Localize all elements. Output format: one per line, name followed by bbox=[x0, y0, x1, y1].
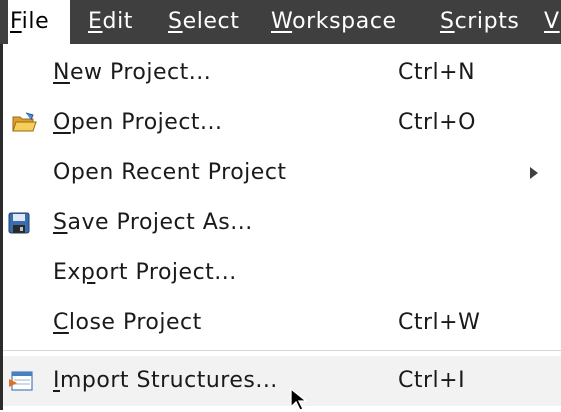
import-structures-icon bbox=[9, 371, 33, 391]
menu-workspace-rest: orkspace bbox=[292, 9, 397, 34]
menu-file-mnemonic: F bbox=[10, 9, 22, 34]
submenu-arrow-icon bbox=[530, 167, 538, 179]
menu-item-new-project[interactable]: New Project... Ctrl+N bbox=[3, 48, 561, 98]
menu-edit-rest: dit bbox=[102, 9, 134, 34]
menu-select-mnemonic: S bbox=[168, 9, 183, 34]
menu-item-label: Close Project bbox=[53, 310, 202, 335]
menu-cut-off[interactable]: V bbox=[544, 0, 560, 44]
menu-file-rest: ile bbox=[21, 9, 50, 34]
menu-item-label: Open Recent Project bbox=[53, 160, 287, 185]
menu-workspace-mnemonic: W bbox=[271, 9, 293, 34]
menu-scripts-mnemonic: S bbox=[440, 9, 455, 34]
open-folder-icon bbox=[12, 112, 37, 132]
menu-item-open-recent-project[interactable]: Open Recent Project bbox=[3, 148, 561, 198]
menu-select[interactable]: Select bbox=[168, 0, 239, 44]
mouse-pointer-icon bbox=[290, 388, 308, 411]
menu-item-import-structures[interactable]: Import Structures... Ctrl+I bbox=[3, 356, 561, 406]
save-icon bbox=[8, 212, 30, 234]
file-menu-dropdown: New Project... Ctrl+N Open Project... Ct… bbox=[0, 44, 561, 410]
menu-item-label: Export Project... bbox=[53, 260, 237, 285]
menu-item-open-project[interactable]: Open Project... Ctrl+O bbox=[3, 98, 561, 148]
menu-item-export-project[interactable]: Export Project... bbox=[3, 248, 561, 298]
menu-item-label: Open Project... bbox=[53, 110, 223, 135]
menu-file[interactable]: File bbox=[8, 0, 70, 45]
menu-scripts[interactable]: Scripts bbox=[440, 0, 519, 44]
menu-cutoff-label: V bbox=[544, 9, 560, 34]
menu-item-shortcut: Ctrl+N bbox=[398, 60, 476, 85]
menu-separator bbox=[3, 350, 561, 351]
menu-item-label: Import Structures... bbox=[53, 368, 278, 393]
menu-select-rest: elect bbox=[182, 9, 240, 34]
menu-item-shortcut: Ctrl+O bbox=[398, 110, 476, 135]
menu-scripts-rest: cripts bbox=[454, 9, 520, 34]
menu-edit[interactable]: Edit bbox=[88, 0, 133, 44]
menu-edit-mnemonic: E bbox=[88, 9, 103, 34]
menu-item-close-project[interactable]: Close Project Ctrl+W bbox=[3, 298, 561, 348]
menu-item-label: Save Project As... bbox=[53, 210, 253, 235]
menu-item-shortcut: Ctrl+I bbox=[398, 368, 466, 393]
menu-item-label: New Project... bbox=[53, 60, 212, 85]
menu-bar: File Edit Select Workspace Scripts V bbox=[0, 0, 561, 45]
menu-item-save-project-as[interactable]: Save Project As... bbox=[3, 198, 561, 248]
menu-workspace[interactable]: Workspace bbox=[271, 0, 397, 44]
menu-item-shortcut: Ctrl+W bbox=[398, 310, 481, 335]
